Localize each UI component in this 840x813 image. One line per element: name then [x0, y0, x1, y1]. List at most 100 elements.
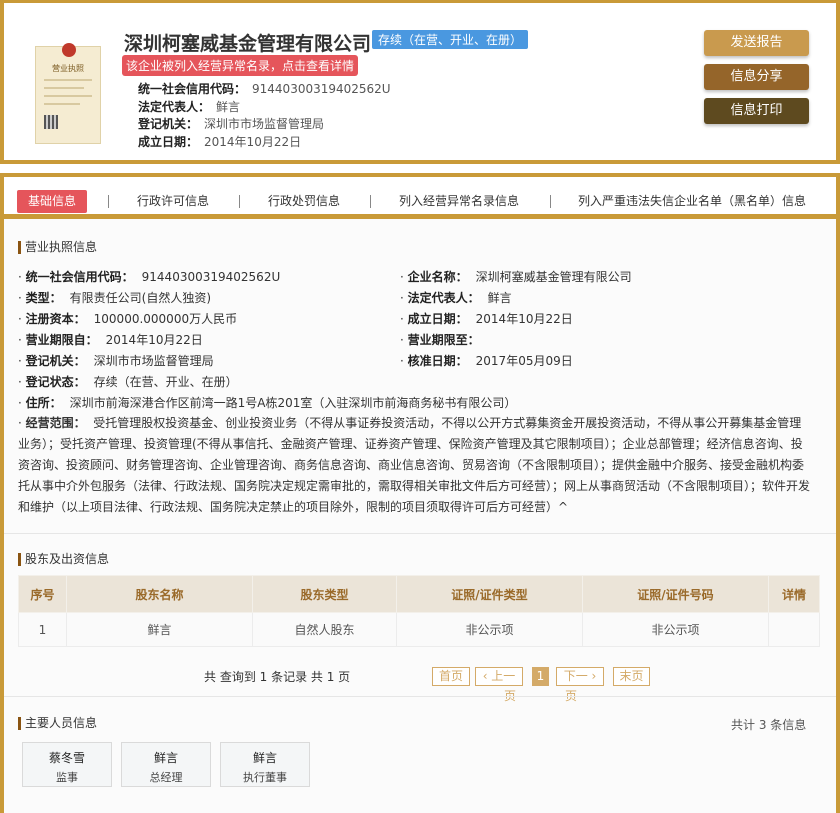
license-line: [44, 79, 92, 81]
tab-divider: [370, 195, 371, 208]
info-field: · 统一社会信用代码： 91440300319402562U: [18, 270, 281, 284]
person-name: 蔡冬雪: [48, 751, 85, 765]
column-header: 股东名称: [66, 575, 253, 613]
field-label: 登记机关：: [25, 354, 86, 368]
cell-id-type: 非公示项: [396, 612, 583, 647]
info-field: · 登记状态： 存续（在营、开业、在册）: [18, 375, 238, 389]
field-value: 深圳市前海深港合作区前湾一路1号A栋201室（入驻深圳市前海商务秘书有限公司）: [69, 396, 517, 410]
tab-admin-license[interactable]: 行政许可信息: [137, 190, 209, 213]
tab-blacklist[interactable]: 列入严重违法失信企业名单（黑名单）信息: [578, 190, 806, 213]
legal-rep-field: 法定代表人： 鲜言: [138, 98, 240, 115]
tab-divider: [239, 195, 240, 208]
field-label: 营业期限自：: [25, 333, 98, 347]
column-header: 序号: [18, 575, 67, 613]
cell-index: 1: [18, 612, 67, 647]
field-value: 深圳市市场监督管理局: [204, 117, 325, 131]
field-value: 深圳市市场监督管理局: [93, 354, 214, 368]
person-card[interactable]: 蔡冬雪 监事: [22, 742, 112, 787]
first-page-button[interactable]: 首页: [432, 667, 470, 686]
prev-page-button[interactable]: ‹ 上一: [475, 667, 523, 686]
field-value: 2014年10月22日: [475, 312, 573, 326]
table-row: 1 鲜言 自然人股东 非公示项 非公示项: [18, 612, 820, 647]
details-panel: 基础信息 行政许可信息 行政处罚信息 列入经营异常名录信息 列入严重违法失信企业…: [0, 173, 840, 813]
field-label: 统一社会信用代码：: [25, 270, 134, 284]
field-label: 法定代表人：: [138, 100, 211, 114]
license-line: [44, 87, 84, 89]
field-value: 深圳柯塞威基金管理有限公司: [475, 270, 632, 284]
info-field: · 核准日期： 2017年05月09日: [400, 354, 573, 368]
section-title-license: 营业执照信息: [18, 241, 97, 254]
tab-abnormal-list[interactable]: 列入经营异常名录信息: [399, 190, 519, 213]
share-info-button[interactable]: 信息分享: [704, 64, 809, 90]
field-value: 91440300319402562U: [141, 270, 281, 284]
info-field: · 住所： 深圳市前海深港合作区前湾一路1号A栋201室（入驻深圳市前海商务秘书有…: [18, 396, 517, 410]
personnel-count: 共计 3 条信息: [731, 718, 807, 732]
license-line: [44, 103, 80, 105]
info-field: · 登记机关： 深圳市市场监督管理局: [18, 354, 214, 368]
info-field: · 营业期限至：: [400, 333, 480, 347]
cell-details[interactable]: [768, 612, 820, 647]
section-divider: [4, 696, 836, 697]
field-label: 成立日期：: [407, 312, 468, 326]
person-name: 鲜言: [153, 751, 178, 765]
person-card[interactable]: 鲜言 总经理: [121, 742, 211, 787]
person-card[interactable]: 鲜言 执行董事: [220, 742, 310, 787]
column-header: 详情: [768, 575, 820, 613]
field-value: 鲜言: [216, 100, 241, 114]
field-label: 统一社会信用代码：: [138, 82, 247, 96]
business-license-thumbnail[interactable]: 营业执照: [35, 43, 101, 144]
next-page-button[interactable]: 下一 ›: [556, 667, 604, 686]
field-label: 企业名称：: [407, 270, 468, 284]
section-divider: [4, 533, 836, 534]
field-value: 受托管理股权投资基金、创业投资业务（不得从事证券投资活动，不得以公开方式募集资金…: [18, 416, 811, 514]
field-value: 存续（在营、开业、在册）: [93, 375, 238, 389]
field-label: 住所：: [25, 396, 62, 410]
cell-type: 自然人股东: [252, 612, 397, 647]
person-role: 监事: [56, 771, 78, 784]
abnormal-operation-warning-link[interactable]: 该企业被列入经营异常名录，点击查看详情: [122, 55, 359, 76]
tab-divider: [108, 195, 109, 208]
company-header: 营业执照 深圳柯塞威基金管理有限公司 存续（在营、开业、在册） 该企业被列入经营…: [0, 0, 840, 164]
field-label: 法定代表人：: [407, 291, 480, 305]
field-label: 登记机关：: [138, 117, 199, 131]
last-page-button[interactable]: 末页: [613, 667, 650, 686]
field-value: 2017年05月09日: [475, 354, 573, 368]
column-header: 股东类型: [252, 575, 397, 613]
cell-name: 鲜言: [66, 612, 253, 647]
field-value: 有限责任公司(自然人独资): [69, 291, 212, 305]
registration-authority-field: 登记机关： 深圳市市场监督管理局: [138, 115, 324, 132]
send-report-button[interactable]: 发送报告: [704, 30, 809, 56]
license-image-text: 营业执照: [52, 64, 84, 73]
page-1-button[interactable]: 1: [532, 667, 549, 686]
info-field: · 企业名称： 深圳柯塞威基金管理有限公司: [400, 270, 632, 284]
column-header: 证照/证件类型: [396, 575, 583, 613]
field-value: 2014年10月22日: [204, 135, 302, 149]
field-label: 注册资本：: [25, 312, 86, 326]
national-emblem-icon: [62, 43, 76, 57]
qr-code-icon: [44, 115, 58, 129]
credit-code-field: 统一社会信用代码： 91440300319402562U: [138, 80, 391, 97]
tab-admin-penalty[interactable]: 行政处罚信息: [268, 190, 340, 213]
business-scope: · 经营范围： 受托管理股权投资基金、创业投资业务（不得从事证券投资活动，不得以…: [18, 416, 811, 514]
info-field: · 营业期限自： 2014年10月22日: [18, 333, 203, 347]
field-label: 营业期限至：: [407, 333, 480, 347]
license-line: [44, 95, 92, 97]
field-label: 核准日期：: [407, 354, 468, 368]
section-title-shareholders: 股东及出资信息: [18, 553, 109, 566]
tab-basic-info[interactable]: 基础信息: [17, 190, 88, 213]
company-name: 深圳柯塞威基金管理有限公司: [124, 33, 372, 55]
established-date-field: 成立日期： 2014年10月22日: [138, 133, 301, 150]
print-info-button[interactable]: 信息打印: [704, 98, 809, 124]
tab-bar: 基础信息 行政许可信息 行政处罚信息 列入经营异常名录信息 列入严重违法失信企业…: [4, 177, 836, 219]
tab-divider: [550, 195, 551, 208]
info-field: · 成立日期： 2014年10月22日: [400, 312, 573, 326]
cell-id-number: 非公示项: [582, 612, 769, 647]
status-badge: 存续（在营、开业、在册）: [372, 30, 529, 49]
info-field: · 类型： 有限责任公司(自然人独资): [18, 291, 212, 305]
person-name: 鲜言: [252, 751, 277, 765]
section-title-personnel: 主要人员信息: [18, 717, 97, 730]
column-header: 证照/证件号码: [582, 575, 769, 613]
field-label: 类型：: [25, 291, 62, 305]
field-value: 91440300319402562U: [252, 82, 391, 96]
info-field: · 注册资本： 100000.000000万人民币: [18, 312, 238, 326]
